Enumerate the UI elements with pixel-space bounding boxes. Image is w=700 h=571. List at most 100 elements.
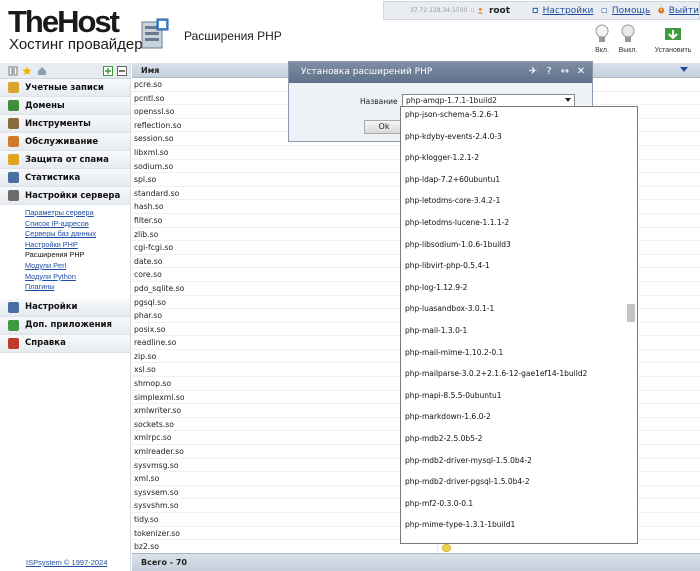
extension-option[interactable]: php-mdb2-driver-mysql-1.5.0b4-2 — [405, 456, 532, 465]
sidebar-group-icon — [8, 319, 19, 331]
extension-option[interactable]: php-letodms-lucene-1.1.1-2 — [405, 218, 509, 227]
extension-select-value: php-amqp-1.7.1-1build2 — [406, 96, 497, 105]
extension-option[interactable]: php-mail-mime-1.10.2-0.1 — [405, 348, 503, 357]
close-icon[interactable]: ✕ — [576, 66, 586, 78]
help-icon[interactable]: ? — [544, 66, 554, 78]
disable-label: Выкл. — [618, 47, 638, 54]
sidebar-group-label: Домены — [25, 100, 65, 111]
sidebar-subitem[interactable]: Плагины — [25, 282, 130, 293]
dialog-titlebar[interactable]: Установка расширений PHP ✈ ? ↔ ✕ — [289, 62, 592, 83]
help-icon — [601, 8, 608, 13]
resize-icon[interactable]: ↔ — [560, 66, 570, 78]
sidebar-subitem[interactable]: Параметры сервера — [25, 208, 130, 219]
server-extensions-icon — [141, 18, 169, 49]
sidebar-group-label: Инструменты — [25, 118, 91, 129]
extension-option[interactable]: php-libsodium-1.0.6-1build3 — [405, 240, 511, 249]
toolbar: Вкл. Выкл. Установить — [592, 24, 700, 60]
extension-option[interactable]: php-log-1.12.9-2 — [405, 283, 467, 292]
sidebar-subitem[interactable]: Серверы баз данных — [25, 229, 130, 240]
sidebar-group-icon — [8, 190, 19, 201]
server-settings-submenu: Параметры сервера Список IP-адресов Сервер… — [0, 205, 130, 296]
sidebar-toolbar — [0, 63, 130, 79]
extension-option[interactable]: php-json-schema-5.2.6-1 — [405, 110, 499, 119]
sort-arrow-icon[interactable] — [680, 67, 688, 72]
extension-option[interactable]: php-luasandbox-3.0.1-1 — [405, 304, 494, 313]
enable-button[interactable]: Вкл. — [592, 24, 612, 54]
list-view-icon[interactable] — [8, 66, 18, 76]
copyright-link[interactable]: ISPsystem © 1997-2024 — [26, 558, 107, 567]
sidebar-subitem[interactable]: Расширения PHP — [25, 250, 130, 261]
logout-icon — [658, 7, 665, 14]
logo-tagline: Хостинг провайдер — [9, 36, 143, 53]
sidebar-group-6[interactable]: Настройки сервера — [0, 187, 130, 205]
logo: TheHost — [8, 4, 120, 39]
expand-all-icon[interactable] — [103, 66, 113, 76]
sidebar-group-2[interactable]: Инструменты — [0, 115, 130, 133]
disable-button[interactable]: Выкл. — [617, 24, 639, 54]
sidebar-group-label: Доп. приложения — [25, 320, 112, 331]
pin-icon[interactable]: ✈ — [528, 66, 538, 78]
bulb-off-icon — [621, 24, 635, 42]
name-field-label: Название — [360, 97, 398, 106]
sidebar-subitem[interactable]: Настройки PHP — [25, 240, 130, 251]
logout-link[interactable]: Выйти — [669, 6, 699, 16]
sidebar-subitem[interactable]: Модули Python — [25, 272, 130, 283]
install-button[interactable]: Установить — [648, 24, 698, 54]
home-icon[interactable] — [37, 66, 47, 76]
sidebar-group-label: Учетные записи — [25, 82, 104, 93]
table-footer: Всего - 70 — [132, 553, 700, 571]
address-separator: :: — [470, 7, 475, 14]
sidebar-group-label: Статистика — [25, 172, 81, 183]
header: TheHost Хостинг провайдер Расширения PHP… — [0, 0, 700, 60]
extension-option[interactable]: php-mime-type-1.3.1-1build1 — [405, 520, 515, 529]
extension-option[interactable]: php-libvirt-php-0.5.4-1 — [405, 261, 490, 270]
extension-option[interactable]: php-klogger-1.2.1-2 — [405, 153, 479, 162]
sidebar-group-icon — [8, 301, 19, 313]
sidebar-subitem[interactable]: Список IP-адресов — [25, 219, 130, 230]
sidebar-group-icon — [8, 100, 19, 111]
server-address: 37.72.128.34:1500 — [410, 7, 468, 14]
sidebar-group-1[interactable]: Доп. приложения — [0, 316, 130, 335]
sidebar-group-4[interactable]: Защита от спама — [0, 151, 130, 169]
sidebar-group-icon — [8, 82, 19, 93]
sidebar-group-label: Обслуживание — [25, 136, 99, 147]
sidebar-subitem[interactable]: Модули Perl — [25, 261, 130, 272]
sidebar-group-label: Справка — [25, 338, 66, 349]
extension-option[interactable]: php-markdown-1.6.0-2 — [405, 412, 491, 421]
extension-option[interactable]: php-ldap-7.2+60ubuntu1 — [405, 175, 500, 184]
sidebar-group-icon — [8, 172, 19, 183]
sidebar-group-2[interactable]: Справка — [0, 334, 130, 353]
install-icon — [665, 28, 681, 40]
dropdown-scrollbar-thumb[interactable] — [627, 304, 635, 322]
install-label: Установить — [654, 47, 692, 54]
user-icon — [478, 7, 484, 14]
sidebar-group-label: Настройки сервера — [25, 190, 121, 201]
sidebar-group-icon — [8, 154, 19, 165]
top-bar: 37.72.128.34:1500 :: root Настройки Помо… — [383, 1, 700, 20]
extension-option[interactable]: php-mdb2-2.5.0b5-2 — [405, 434, 482, 443]
sidebar-group-3[interactable]: Обслуживание — [0, 133, 130, 151]
sidebar-group-0[interactable]: Настройки — [0, 298, 130, 317]
sidebar-group-0[interactable]: Учетные записи — [0, 79, 130, 97]
ok-button[interactable]: Ok — [364, 120, 404, 134]
extension-option[interactable]: php-letodms-core-3.4.2-1 — [405, 196, 500, 205]
chevron-down-icon — [565, 98, 571, 102]
settings-link[interactable]: Настройки — [543, 6, 594, 16]
extension-option[interactable]: php-kdyby-events-2.4.0-3 — [405, 132, 502, 141]
sidebar-group-icon — [8, 118, 19, 129]
extension-option[interactable]: php-mailparse-3.0.2+2.1.6-12-gae1ef14-1b… — [405, 369, 587, 378]
sidebar-group-icon — [8, 337, 19, 349]
favorites-icon[interactable] — [22, 66, 32, 76]
sidebar: Учетные записи Домены Инструменты Обслужива… — [0, 63, 131, 571]
extension-option[interactable]: php-mapi-8.5.5-0ubuntu1 — [405, 391, 501, 400]
extension-option[interactable]: php-mail-1.3.0-1 — [405, 326, 467, 335]
collapse-all-icon[interactable] — [117, 66, 127, 76]
help-link[interactable]: Помощь — [612, 6, 650, 16]
extension-option[interactable]: php-mdb2-driver-pgsql-1.5.0b4-2 — [405, 477, 530, 486]
sidebar-group-1[interactable]: Домены — [0, 97, 130, 115]
sidebar-group-label: Настройки — [25, 302, 78, 313]
extension-option[interactable]: php-mf2-0.3.0-0.1 — [405, 499, 473, 508]
current-user: root — [488, 5, 511, 16]
sidebar-group-label: Защита от спама — [25, 154, 109, 165]
sidebar-group-5[interactable]: Статистика — [0, 169, 130, 187]
